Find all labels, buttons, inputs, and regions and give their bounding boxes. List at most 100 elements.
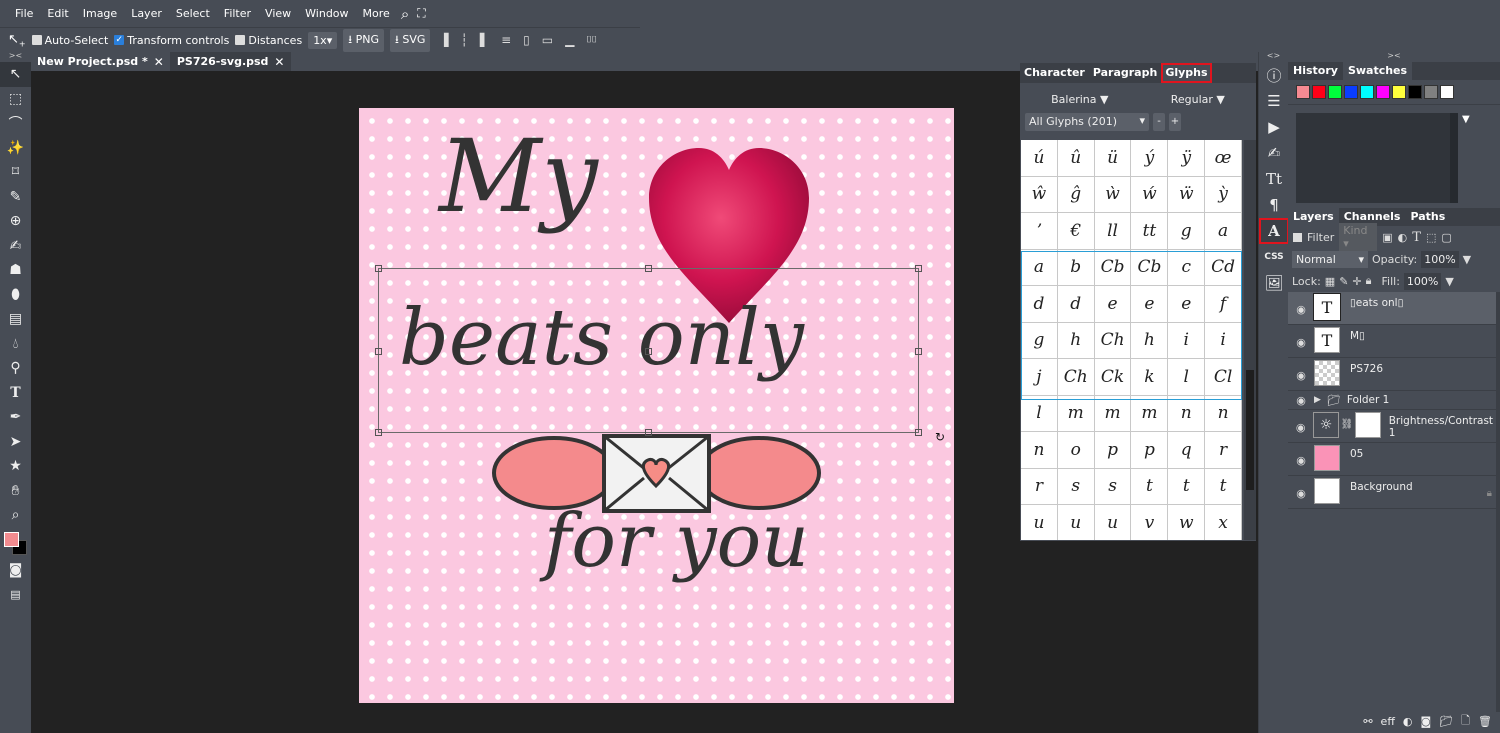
glyph-cell[interactable]: tt [1131,213,1169,250]
glyph-cell[interactable]: l [1021,395,1058,432]
align-left-icon[interactable]: ▐ [436,33,451,47]
scrollbar[interactable] [1450,113,1458,203]
new-adjustment-icon[interactable]: ◐ [1403,715,1413,728]
add-mask-icon[interactable]: ◙ [1421,715,1432,728]
character-icon[interactable]: Tt [1259,166,1289,192]
color-swatch[interactable] [1424,85,1438,99]
brush-settings-icon[interactable]: ✍ [1259,140,1289,166]
eraser-tool[interactable]: ⬮ [0,283,31,308]
glyph-cell[interactable]: p [1094,432,1132,469]
transform-handle[interactable] [915,429,922,436]
glyph-cell[interactable]: j [1021,359,1058,396]
glyph-cell[interactable]: u [1021,505,1058,540]
lock-all-icon[interactable]: 🔒︎ [1366,274,1372,288]
filter-adjustment-icon[interactable]: ◐ [1398,231,1408,244]
delete-layer-icon[interactable]: 🗑︎ [1478,715,1492,728]
visibility-eye-icon[interactable]: ◉ [1288,303,1314,316]
layer-row[interactable]: ◉ PS726 [1288,358,1500,391]
link-icon[interactable]: ⛓ [1341,419,1354,430]
css-icon[interactable]: CSS [1259,244,1289,270]
glyph-cell[interactable]: s [1057,468,1095,505]
glyph-set-dropdown[interactable]: All Glyphs (201) [1025,113,1149,131]
tab-layers[interactable]: Layers [1288,208,1339,226]
layer-row[interactable]: ◉ ▶ 📁︎ Folder 1 [1288,391,1500,410]
glyph-cell[interactable]: m [1057,395,1095,432]
glyph-cell[interactable]: ý [1131,140,1169,177]
zoom-in-glyphs-button[interactable]: + [1169,113,1181,131]
glyph-cell[interactable]: l [1168,359,1206,396]
layer-row[interactable]: ◉ ☼ ⛓ Brightness/Contrast 1 [1288,410,1500,443]
glyph-cell[interactable]: g [1021,322,1058,359]
opacity-dropdown-icon[interactable]: ▼ [1463,253,1471,266]
paragraph-icon[interactable]: ¶ [1259,192,1289,218]
glyph-cell[interactable]: g [1168,213,1206,250]
glyph-cell[interactable]: x [1205,505,1242,540]
transform-handle[interactable] [645,429,652,436]
glyph-cell[interactable]: i [1168,322,1206,359]
fill-input[interactable]: 100% [1403,272,1442,290]
glyph-cell[interactable]: k [1131,359,1169,396]
zoom-out-glyphs-button[interactable]: - [1153,113,1165,131]
glyph-cell[interactable]: d [1021,286,1058,323]
glyph-cell[interactable]: ü [1094,140,1132,177]
glyph-cell[interactable]: ĝ [1057,176,1095,213]
glyph-cell[interactable]: i [1205,322,1242,359]
glyph-cell[interactable]: p [1131,432,1169,469]
collapse-toggle[interactable]: >< [0,52,31,62]
link-layers-icon[interactable]: ⚯ [1363,715,1372,728]
visibility-eye-icon[interactable]: ◉ [1288,336,1314,349]
blend-mode-dropdown[interactable]: Normal [1292,250,1368,268]
glyph-cell[interactable]: a [1205,213,1242,250]
layer-effects-button[interactable]: eff [1381,715,1395,728]
crop-tool[interactable]: ⌑ [0,160,31,185]
quick-mask-button[interactable]: ◙ [0,558,31,583]
glyph-cell[interactable]: ẅ [1168,176,1206,213]
tab-paths[interactable]: Paths [1405,208,1450,226]
glyph-cell[interactable]: o [1057,432,1095,469]
glyph-cell[interactable]: h [1131,322,1169,359]
dodge-tool[interactable]: ⚲ [0,356,31,381]
glyph-cell[interactable]: q [1168,432,1206,469]
layer-row[interactable]: ◉ Background 🔒︎ [1288,476,1500,509]
glyph-cell[interactable]: e [1094,286,1132,323]
glyph-cell[interactable]: h [1057,322,1095,359]
image-icon[interactable]: 🖼︎ [1259,270,1289,296]
visibility-eye-icon[interactable]: ◉ [1288,421,1313,434]
transform-handle[interactable] [375,429,382,436]
menu-layer[interactable]: Layer [124,7,169,20]
panel-menu-icon[interactable]: ▼ [1462,114,1470,125]
glyph-cell[interactable]: u [1095,505,1132,540]
glyph-cell[interactable]: d [1057,286,1095,323]
glyph-cell[interactable]: € [1057,213,1095,250]
glyph-cell[interactable]: f [1205,286,1242,323]
glyph-cell[interactable]: e [1168,286,1206,323]
glyph-cell[interactable]: Cd [1205,249,1242,286]
transform-controls-checkbox[interactable]: ✓ Transform controls [114,34,229,47]
glyph-cell[interactable]: u [1058,505,1095,540]
color-swatch[interactable] [1296,85,1310,99]
scrollbar-thumb[interactable] [1246,370,1254,490]
menu-filter[interactable]: Filter [217,7,258,20]
search-icon[interactable]: ⌕ [397,5,413,23]
glyph-cell[interactable]: Ck [1094,359,1132,396]
swatches-list-area[interactable] [1296,113,1458,203]
layers-scrollbar[interactable] [1496,292,1500,712]
eyedropper-tool[interactable]: ✎ [0,185,31,210]
blur-tool[interactable]: 💧︎ [0,332,31,357]
color-swatch[interactable] [1408,85,1422,99]
glyph-cell[interactable]: n [1168,395,1206,432]
color-swatch[interactable] [1360,85,1374,99]
transform-handle[interactable] [915,265,922,272]
color-swatch[interactable] [1440,85,1454,99]
glyph-cell[interactable]: c [1168,249,1206,286]
menu-window[interactable]: Window [298,7,355,20]
filter-checkbox[interactable] [1293,232,1302,242]
zoom-tool[interactable]: ⌕ [0,503,31,528]
layer-row[interactable]: ◉ T ▯eats onl▯ [1288,292,1500,325]
glyph-cell[interactable]: a [1021,249,1058,286]
layer-row[interactable]: ◉ 05 [1288,443,1500,476]
transform-handle[interactable] [375,348,382,355]
path-select-tool[interactable]: ➤ [0,430,31,455]
opacity-input[interactable]: 100% [1421,250,1459,268]
lock-transparency-icon[interactable]: ▦ [1325,275,1335,288]
